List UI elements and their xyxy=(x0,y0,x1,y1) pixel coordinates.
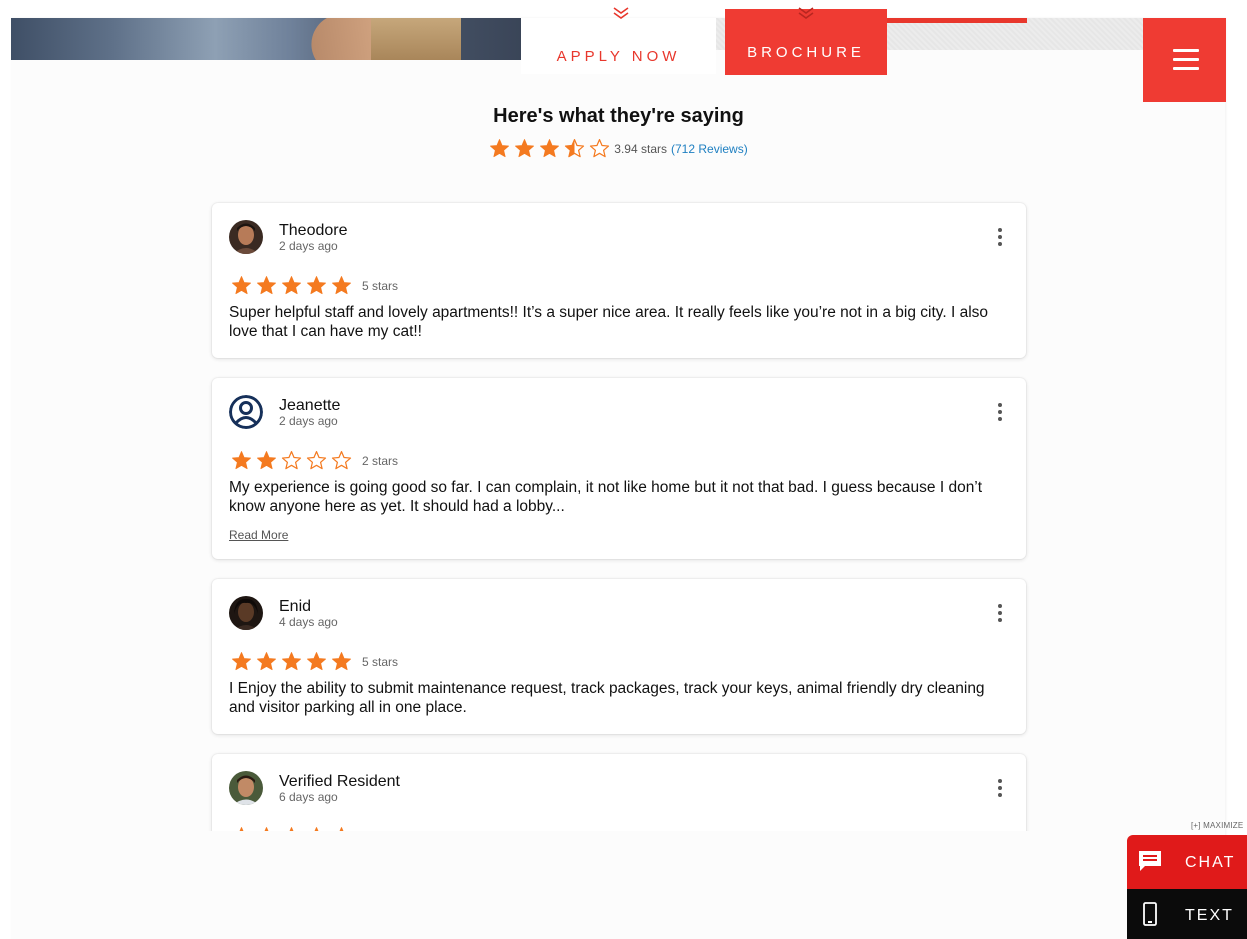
summary-star-rating xyxy=(489,138,610,159)
star-filled-icon xyxy=(257,451,276,470)
star-filled-icon xyxy=(257,652,276,671)
rating-text: 5 stars xyxy=(362,278,399,293)
star-filled-icon xyxy=(332,276,351,295)
chat-button[interactable]: CHAT xyxy=(1127,835,1247,889)
review-text: My experience is going good so far. I ca… xyxy=(229,479,983,515)
more-options-icon[interactable] xyxy=(992,402,1008,424)
more-options-icon[interactable] xyxy=(992,603,1008,625)
hero-image xyxy=(11,18,521,60)
review-card: Enid 4 days ago 5 stars I Enjoy the abil… xyxy=(212,579,1026,734)
avatar xyxy=(229,596,263,630)
summary-stars-text: 3.94 stars xyxy=(614,141,667,156)
mobile-phone-icon xyxy=(1143,902,1157,926)
header-accent-line xyxy=(887,18,1027,23)
apply-now-button[interactable]: APPLY NOW xyxy=(521,18,716,74)
hamburger-icon xyxy=(1173,49,1199,76)
review-text: Super helpful staff and lovely apartment… xyxy=(229,304,989,340)
avatar xyxy=(229,220,263,254)
text-label: TEXT xyxy=(1185,907,1234,924)
review-date: 4 days ago xyxy=(279,615,338,629)
star-filled-icon xyxy=(490,139,510,158)
review-rating: 5 stars xyxy=(231,275,398,296)
reviews-summary: Here's what they're saying 3.94 stars (7… xyxy=(440,100,797,159)
read-more-link[interactable]: Read More xyxy=(229,528,288,542)
star-filled-icon xyxy=(515,139,535,158)
default-user-icon xyxy=(229,395,263,429)
avatar xyxy=(229,771,263,805)
star-rating xyxy=(231,651,352,672)
star-filled-icon xyxy=(307,276,326,295)
review-date: 2 days ago xyxy=(279,414,338,428)
star-half-icon xyxy=(565,138,585,158)
reviews-heading: Here's what they're saying xyxy=(493,105,744,127)
review-card: Jeanette 2 days ago 2 stars My experienc… xyxy=(212,378,1026,559)
star-filled-icon xyxy=(232,276,251,295)
star-empty-icon xyxy=(590,138,610,158)
reviewer-name: Theodore xyxy=(279,222,348,239)
review-rating: 2 stars xyxy=(231,450,398,471)
review-text: I Enjoy the ability to submit maintenanc… xyxy=(229,680,985,716)
star-filled-icon xyxy=(540,139,560,158)
star-filled-icon xyxy=(282,276,301,295)
chat-bubble-icon xyxy=(1139,851,1161,871)
star-filled-icon xyxy=(257,276,276,295)
rating-text: 2 stars xyxy=(362,453,399,468)
review-date: 2 days ago xyxy=(279,239,338,253)
star-empty-icon xyxy=(331,450,352,470)
star-empty-icon xyxy=(281,450,302,470)
summary-rating: 3.94 stars (712 Reviews) xyxy=(440,138,797,159)
maximize-link[interactable]: [+] MAXIMIZE xyxy=(1191,821,1243,830)
reviews-count-link[interactable]: (712 Reviews) xyxy=(671,142,748,156)
review-date: 6 days ago xyxy=(279,790,338,804)
star-empty-icon xyxy=(306,450,327,470)
star-filled-icon xyxy=(232,451,251,470)
list-clip xyxy=(200,831,1040,939)
star-rating xyxy=(231,275,352,296)
rating-text: 5 stars xyxy=(362,654,399,669)
chat-label: CHAT xyxy=(1185,854,1236,871)
review-rating: 5 stars xyxy=(231,651,398,672)
star-rating xyxy=(231,450,352,471)
reviewer-name: Jeanette xyxy=(279,397,341,414)
star-filled-icon xyxy=(232,652,251,671)
star-filled-icon xyxy=(282,652,301,671)
star-filled-icon xyxy=(332,652,351,671)
reviewer-name: Enid xyxy=(279,598,312,615)
chevron-down-icon xyxy=(613,7,629,19)
chevron-down-icon xyxy=(798,7,814,19)
review-card: Theodore 2 days ago 5 stars Super helpfu… xyxy=(212,203,1026,358)
text-button[interactable]: TEXT xyxy=(1127,889,1247,939)
reviewer-name: Verified Resident xyxy=(279,773,400,790)
more-options-icon[interactable] xyxy=(992,227,1008,249)
more-options-icon[interactable] xyxy=(992,778,1008,800)
menu-button[interactable] xyxy=(1143,18,1226,102)
star-filled-icon xyxy=(307,652,326,671)
